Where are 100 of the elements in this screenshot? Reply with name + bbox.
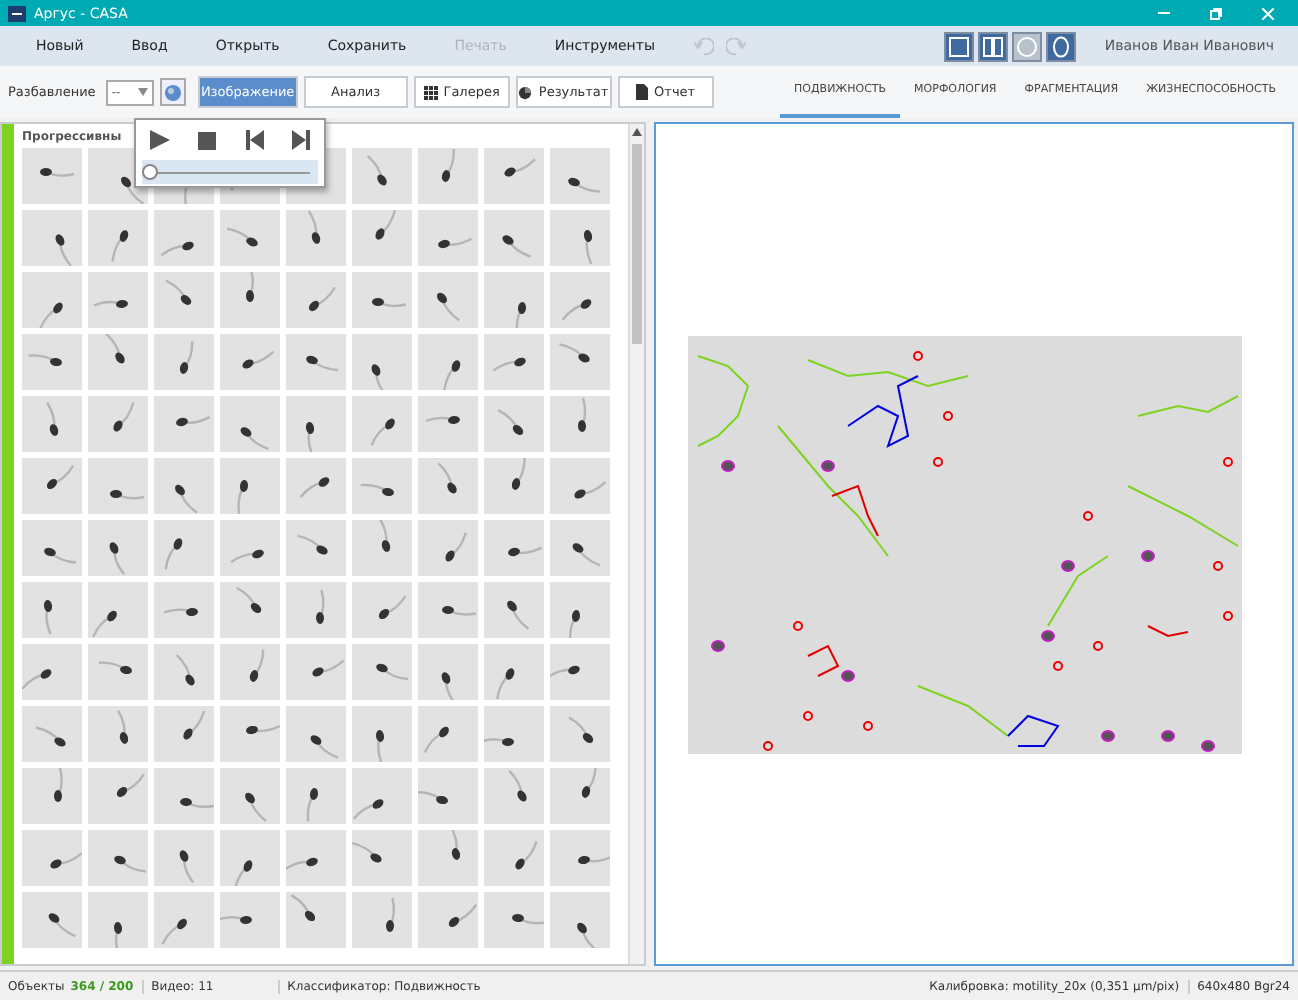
cell-thumbnail[interactable] [352,706,412,762]
cell-thumbnail[interactable] [418,148,478,204]
cell-thumbnail[interactable] [550,272,610,328]
cell-thumbnail[interactable] [550,458,610,514]
cell-thumbnail[interactable] [418,706,478,762]
cell-thumbnail[interactable] [484,644,544,700]
view-mode-button[interactable] [944,31,975,61]
cell-thumbnail[interactable] [220,706,280,762]
cell-thumbnail[interactable] [550,830,610,886]
scroll-up-icon[interactable] [632,128,642,136]
cell-thumbnail[interactable] [418,520,478,576]
cell-thumbnail[interactable] [286,396,346,452]
cell-thumbnail[interactable] [154,272,214,328]
cell-thumbnail[interactable] [154,892,214,948]
cell-thumbnail[interactable] [220,396,280,452]
cell-thumbnail[interactable] [220,892,280,948]
cell-thumbnail[interactable] [418,458,478,514]
cell-thumbnail[interactable] [286,520,346,576]
cell-thumbnail[interactable] [22,148,82,204]
cell-thumbnail[interactable] [484,768,544,824]
stop-icon[interactable] [198,131,217,149]
cell-thumbnail[interactable] [286,892,346,948]
slider-thumb[interactable] [142,164,158,180]
cell-thumbnail[interactable] [286,706,346,762]
cell-thumbnail[interactable] [154,520,214,576]
cell-thumbnail[interactable] [88,706,148,762]
cell-thumbnail[interactable] [22,830,82,886]
cell-thumbnail[interactable] [88,272,148,328]
cell-thumbnail[interactable] [22,706,82,762]
cell-thumbnail[interactable] [550,148,610,204]
cell-thumbnail[interactable] [484,830,544,886]
cell-thumbnail[interactable] [154,768,214,824]
cell-thumbnail[interactable] [352,582,412,638]
skip-back-icon[interactable] [245,130,264,150]
cell-thumbnail[interactable] [220,830,280,886]
cell-thumbnail[interactable] [22,458,82,514]
cell-thumbnail[interactable] [22,396,82,452]
cell-thumbnail[interactable] [88,458,148,514]
cell-thumbnail[interactable] [22,768,82,824]
cell-thumbnail[interactable] [220,768,280,824]
cell-thumbnail[interactable] [220,210,280,266]
cell-thumbnail[interactable] [418,396,478,452]
cell-thumbnail[interactable] [418,272,478,328]
scroll-thumb[interactable] [632,144,642,344]
cell-thumbnail[interactable] [22,582,82,638]
view-mode-button[interactable] [978,31,1009,61]
cell-thumbnail[interactable] [484,334,544,390]
view-mode-button[interactable] [1046,31,1077,61]
cell-thumbnail[interactable] [88,520,148,576]
cell-thumbnail[interactable] [550,644,610,700]
cell-thumbnail[interactable] [286,830,346,886]
cell-thumbnail[interactable] [88,210,148,266]
cell-thumbnail[interactable] [484,396,544,452]
cell-thumbnail[interactable] [352,272,412,328]
cell-thumbnail[interactable] [286,272,346,328]
cell-thumbnail[interactable] [220,644,280,700]
globe-button[interactable] [159,78,186,106]
restore-icon[interactable] [1210,7,1222,19]
cell-thumbnail[interactable] [550,582,610,638]
cell-thumbnail[interactable] [484,706,544,762]
cell-thumbnail[interactable] [550,706,610,762]
cell-thumbnail[interactable] [286,210,346,266]
cell-thumbnail[interactable] [352,148,412,204]
close-icon[interactable] [1262,7,1274,19]
cell-thumbnail[interactable] [352,334,412,390]
cell-thumbnail[interactable] [484,458,544,514]
cell-thumbnail[interactable] [22,272,82,328]
cell-thumbnail[interactable] [154,706,214,762]
cell-thumbnail[interactable] [418,830,478,886]
cell-thumbnail[interactable] [550,396,610,452]
cell-thumbnail[interactable] [550,210,610,266]
cell-thumbnail[interactable] [484,148,544,204]
cell-thumbnail[interactable] [286,334,346,390]
cell-thumbnail[interactable] [352,892,412,948]
cell-thumbnail[interactable] [550,520,610,576]
cell-thumbnail[interactable] [88,396,148,452]
cell-thumbnail[interactable] [22,520,82,576]
cell-thumbnail[interactable] [352,210,412,266]
cell-thumbnail[interactable] [220,272,280,328]
cell-thumbnail[interactable] [154,644,214,700]
cell-thumbnail[interactable] [154,210,214,266]
cell-thumbnail[interactable] [154,582,214,638]
cell-thumbnail[interactable] [484,520,544,576]
cell-thumbnail[interactable] [22,334,82,390]
cell-thumbnail[interactable] [418,210,478,266]
cell-thumbnail[interactable] [352,520,412,576]
cell-thumbnail[interactable] [352,644,412,700]
cell-thumbnail[interactable] [550,892,610,948]
cell-thumbnail[interactable] [550,334,610,390]
cell-thumbnail[interactable] [220,458,280,514]
cell-thumbnail[interactable] [286,458,346,514]
cell-thumbnail[interactable] [484,210,544,266]
cell-thumbnail[interactable] [22,644,82,700]
cell-thumbnail[interactable] [418,334,478,390]
skip-forward-icon[interactable] [291,130,310,150]
cell-thumbnail[interactable] [418,768,478,824]
cell-thumbnail[interactable] [352,768,412,824]
cell-thumbnail[interactable] [154,458,214,514]
cell-thumbnail[interactable] [88,768,148,824]
minimize-icon[interactable] [1158,11,1170,15]
